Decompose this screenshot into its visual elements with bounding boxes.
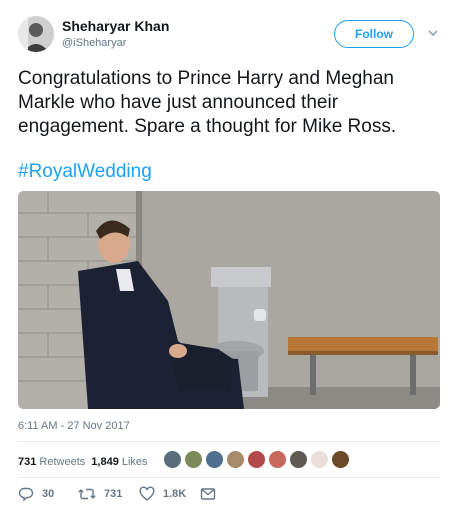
user-handle[interactable]: @iSheharyar	[62, 37, 126, 49]
direct-message-button[interactable]	[200, 486, 224, 502]
chevron-down-icon[interactable]	[428, 28, 438, 38]
tweet-stats: 731 Retweets 1,849 Likes	[18, 452, 154, 472]
divider	[18, 477, 440, 478]
liker-avatar[interactable]	[184, 450, 203, 469]
retweets-label: Retweets	[39, 456, 86, 468]
liker-avatar[interactable]	[163, 450, 182, 469]
tweet-header: Sheharyar Khan @iSheharyar Follow	[18, 16, 445, 56]
likes-count: 1,849	[91, 456, 119, 468]
liker-avatar[interactable]	[226, 450, 245, 469]
retweets-count: 731	[18, 456, 37, 468]
retweet-count: 731	[104, 488, 123, 500]
tweet-photo[interactable]	[18, 191, 440, 409]
user-name[interactable]: Sheharyar Khan	[62, 18, 169, 34]
divider	[18, 441, 440, 442]
liker-avatar[interactable]	[310, 450, 329, 469]
reply-button[interactable]: 30	[18, 486, 54, 502]
like-count: 1.8K	[163, 488, 187, 500]
liker-avatar[interactable]	[289, 450, 308, 469]
hashtag-link[interactable]: #RoyalWedding	[18, 160, 152, 184]
retweets-stat[interactable]: 731 Retweets	[18, 456, 85, 468]
reply-icon	[18, 487, 34, 502]
retweet-icon	[78, 488, 96, 500]
tweet-text: Congratulations to Prince Harry and Megh…	[18, 68, 397, 137]
likes-stat[interactable]: 1,849 Likes	[91, 456, 147, 468]
like-button[interactable]: 1.8K	[139, 486, 186, 502]
reply-count: 30	[42, 488, 55, 500]
tweet-actions: 30 731 1.8K	[18, 486, 318, 506]
liker-avatar[interactable]	[205, 450, 224, 469]
follow-button[interactable]: Follow	[334, 20, 414, 48]
retweet-button[interactable]: 731	[78, 486, 122, 502]
avatar[interactable]	[18, 16, 54, 52]
liker-avatar[interactable]	[331, 450, 350, 469]
tweet-timestamp[interactable]: 6:11 AM - 27 Nov 2017	[18, 420, 130, 432]
heart-icon	[139, 486, 155, 501]
envelope-icon	[200, 488, 216, 500]
likes-label: Likes	[121, 456, 148, 468]
liker-avatars	[163, 450, 352, 472]
liker-avatar[interactable]	[268, 450, 287, 469]
liker-avatar[interactable]	[247, 450, 266, 469]
